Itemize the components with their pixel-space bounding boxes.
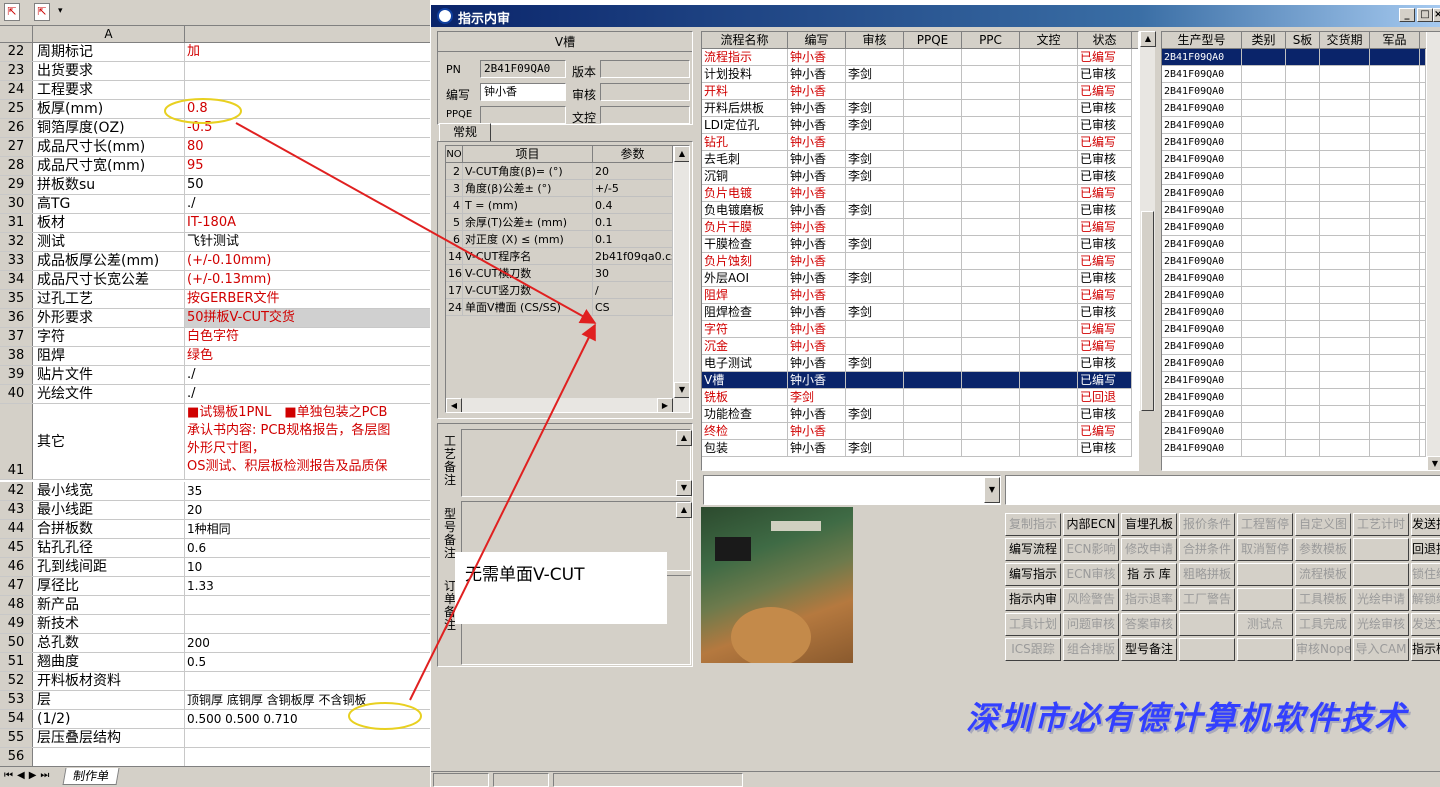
annotation-arrow	[235, 122, 597, 324]
annotation-arrow	[409, 323, 596, 701]
highlight-ellipse	[164, 98, 242, 124]
highlight-ellipse	[348, 702, 422, 730]
annotation-overlay	[164, 98, 597, 730]
